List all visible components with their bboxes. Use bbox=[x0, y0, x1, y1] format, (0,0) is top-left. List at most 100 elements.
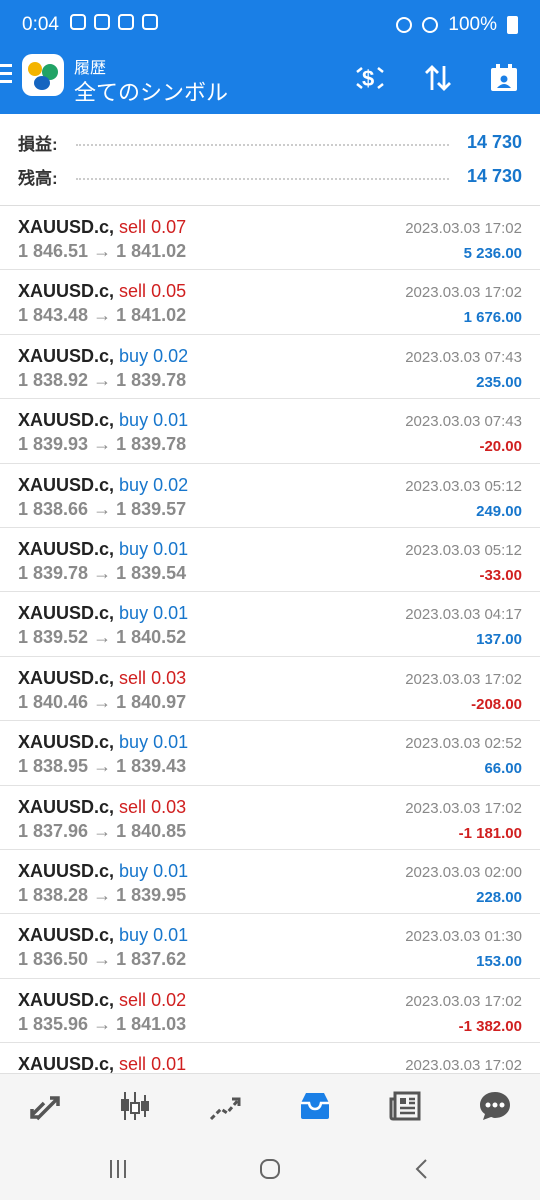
notification-icons bbox=[70, 14, 158, 30]
trade-time: 2023.03.03 17:02 bbox=[405, 220, 522, 237]
balance-value: 14 730 bbox=[466, 165, 522, 186]
trade-side: sell bbox=[119, 217, 147, 237]
trade-side: buy bbox=[119, 603, 149, 624]
news-icon[interactable] bbox=[375, 1081, 435, 1131]
trade-row[interactable]: XAUUSD.c, buy 0.01 1 838.95 → 1 839.43 202… bbox=[0, 721, 540, 786]
trade-volume: 0.02 bbox=[153, 474, 189, 495]
trade-title: XAUUSD.c, sell 0.03 bbox=[18, 797, 186, 818]
line-icon bbox=[70, 14, 86, 30]
sort-icon[interactable] bbox=[420, 62, 456, 94]
recent-apps-icon[interactable] bbox=[98, 1155, 138, 1183]
trade-row[interactable]: XAUUSD.c, buy 0.01 1 836.50 → 1 837.62 202… bbox=[0, 914, 540, 979]
arrow-right-icon: → bbox=[88, 241, 117, 261]
trade-prices: 1 839.52 → 1 840.52 bbox=[18, 627, 186, 648]
trade-title: XAUUSD.c, buy 0.01 bbox=[18, 861, 188, 882]
chart-icon[interactable] bbox=[105, 1081, 165, 1131]
trade-volume: 0.02 bbox=[151, 989, 187, 1010]
dotted-leader bbox=[75, 178, 449, 180]
calendar-icon[interactable] bbox=[486, 62, 522, 94]
trade-row[interactable]: XAUUSD.c, buy 0.02 1 838.66 → 1 839.57 202… bbox=[0, 464, 540, 528]
back-icon[interactable] bbox=[402, 1155, 442, 1183]
app-logo-icon bbox=[22, 54, 64, 96]
trade-close-price: 1 837.62 bbox=[116, 949, 187, 970]
trade-profit: 249.00 bbox=[476, 502, 522, 520]
trade-row[interactable]: XAUUSD.c, buy 0.01 1 839.52 → 1 840.52 202… bbox=[0, 592, 540, 657]
trade-row[interactable]: XAUUSD.c, sell 0.03 1 837.96 → 1 840.85 20… bbox=[0, 786, 540, 850]
trade-prices: 1 846.51 → 1 841.02 bbox=[18, 241, 186, 262]
history-icon[interactable] bbox=[285, 1081, 345, 1131]
trade-volume: 0.01 bbox=[151, 1054, 187, 1073]
status-bar: 0:04 100% bbox=[0, 0, 540, 48]
trade-title: XAUUSD.c, sell 0.01 bbox=[18, 1054, 186, 1073]
trade-row[interactable]: XAUUSD.c, sell 0.03 1 840.46 → 1 840.97 20… bbox=[0, 657, 540, 722]
trade-title: XAUUSD.c, buy 0.01 bbox=[18, 410, 188, 431]
trade-title: XAUUSD.c, buy 0.01 bbox=[18, 603, 188, 624]
trade-title: XAUUSD.c, sell 0.07 bbox=[18, 217, 186, 238]
trade-title: XAUUSD.c, buy 0.01 bbox=[18, 732, 188, 753]
battery-icon bbox=[507, 16, 518, 34]
currency-filter-icon[interactable]: $ bbox=[352, 62, 388, 94]
trade-icon[interactable] bbox=[195, 1081, 255, 1131]
trade-time: 2023.03.03 07:43 bbox=[405, 413, 522, 431]
trade-row[interactable]: XAUUSD.c, sell 0.07 1 846.51 → 1 841.02 20… bbox=[0, 206, 540, 271]
arrow-right-icon: → bbox=[88, 756, 117, 777]
trade-side: buy bbox=[119, 732, 149, 753]
trade-prices: 1 838.92 → 1 839.78 bbox=[18, 370, 186, 391]
menu-icon[interactable] bbox=[0, 64, 14, 86]
trade-title: XAUUSD.c, sell 0.05 bbox=[18, 281, 186, 302]
trade-side: sell bbox=[119, 1054, 147, 1073]
home-icon[interactable] bbox=[250, 1155, 290, 1183]
chat-icon[interactable] bbox=[465, 1081, 525, 1131]
arrow-right-icon: → bbox=[88, 498, 117, 519]
trade-profit: 1 676.00 bbox=[463, 309, 522, 327]
summary-panel: 損益: 14 730 残高: 14 730 bbox=[0, 114, 540, 206]
wifi-icon bbox=[422, 17, 439, 33]
trade-open-price: 1 839.78 bbox=[18, 562, 89, 583]
bottom-nav bbox=[0, 1073, 540, 1137]
trade-list[interactable]: XAUUSD.c, sell 0.07 1 846.51 → 1 841.02 20… bbox=[0, 205, 540, 1073]
trade-profit: -33.00 bbox=[479, 566, 522, 584]
trade-volume: 0.02 bbox=[153, 345, 189, 366]
toolbar-title[interactable]: 全てのシンボル bbox=[74, 75, 228, 107]
trade-open-price: 1 835.96 bbox=[18, 1013, 89, 1034]
arrow-right-icon: → bbox=[88, 434, 117, 455]
trade-direction: buy 0.01 bbox=[119, 925, 188, 945]
arrow-right-icon: → bbox=[88, 884, 117, 905]
trade-side: sell bbox=[119, 796, 147, 817]
trade-volume: 0.01 bbox=[153, 860, 189, 881]
trade-row[interactable]: XAUUSD.c, sell 0.05 1 843.48 → 1 841.02 20… bbox=[0, 270, 540, 335]
trade-side: buy bbox=[119, 860, 149, 881]
trade-row[interactable]: XAUUSD.c, sell 0.02 1 835.96 → 1 841.03 20… bbox=[0, 979, 540, 1044]
trade-open-price: 1 836.50 bbox=[18, 949, 89, 970]
balance-label: 残高: bbox=[18, 168, 58, 188]
trade-direction: buy 0.01 bbox=[119, 410, 188, 430]
trade-prices: 1 837.96 → 1 840.85 bbox=[18, 821, 186, 842]
trade-title: XAUUSD.c, buy 0.01 bbox=[18, 925, 188, 946]
trade-profit: -20.00 bbox=[479, 438, 522, 456]
trade-row[interactable]: XAUUSD.c, buy 0.01 1 839.93 → 1 839.78 202… bbox=[0, 399, 540, 464]
trade-time: 2023.03.03 02:00 bbox=[405, 863, 522, 881]
profit-label: 損益: bbox=[18, 134, 58, 154]
trade-symbol: XAUUSD.c, bbox=[18, 1054, 115, 1073]
trade-side: buy bbox=[119, 474, 149, 495]
quotes-icon[interactable] bbox=[15, 1081, 75, 1131]
trade-volume: 0.05 bbox=[151, 281, 187, 302]
trade-row[interactable]: XAUUSD.c, sell 0.01 2023.03.03 17:02 bbox=[0, 1043, 540, 1073]
arrow-right-icon: → bbox=[88, 820, 117, 841]
trade-prices: 1 838.66 → 1 839.57 bbox=[18, 499, 186, 520]
trade-prices: 1 843.48 → 1 841.02 bbox=[18, 305, 186, 326]
trade-title: XAUUSD.c, sell 0.02 bbox=[18, 990, 186, 1011]
trade-row[interactable]: XAUUSD.c, buy 0.02 1 838.92 → 1 839.78 202… bbox=[0, 335, 540, 400]
trade-direction: buy 0.01 bbox=[119, 603, 188, 623]
svg-text:$: $ bbox=[362, 66, 374, 91]
trade-profit: -1 382.00 bbox=[458, 1017, 522, 1035]
trade-row[interactable]: XAUUSD.c, buy 0.01 1 839.78 → 1 839.54 202… bbox=[0, 528, 540, 593]
trade-time: 2023.03.03 17:02 bbox=[405, 1057, 522, 1073]
trade-close-price: 1 840.97 bbox=[116, 691, 187, 712]
trade-close-price: 1 839.78 bbox=[116, 369, 187, 390]
trade-profit: 137.00 bbox=[476, 631, 522, 649]
trade-volume: 0.07 bbox=[151, 217, 187, 237]
trade-open-price: 1 838.28 bbox=[18, 884, 89, 905]
trade-row[interactable]: XAUUSD.c, buy 0.01 1 838.28 → 1 839.95 202… bbox=[0, 850, 540, 915]
trade-close-price: 1 841.02 bbox=[116, 241, 187, 261]
